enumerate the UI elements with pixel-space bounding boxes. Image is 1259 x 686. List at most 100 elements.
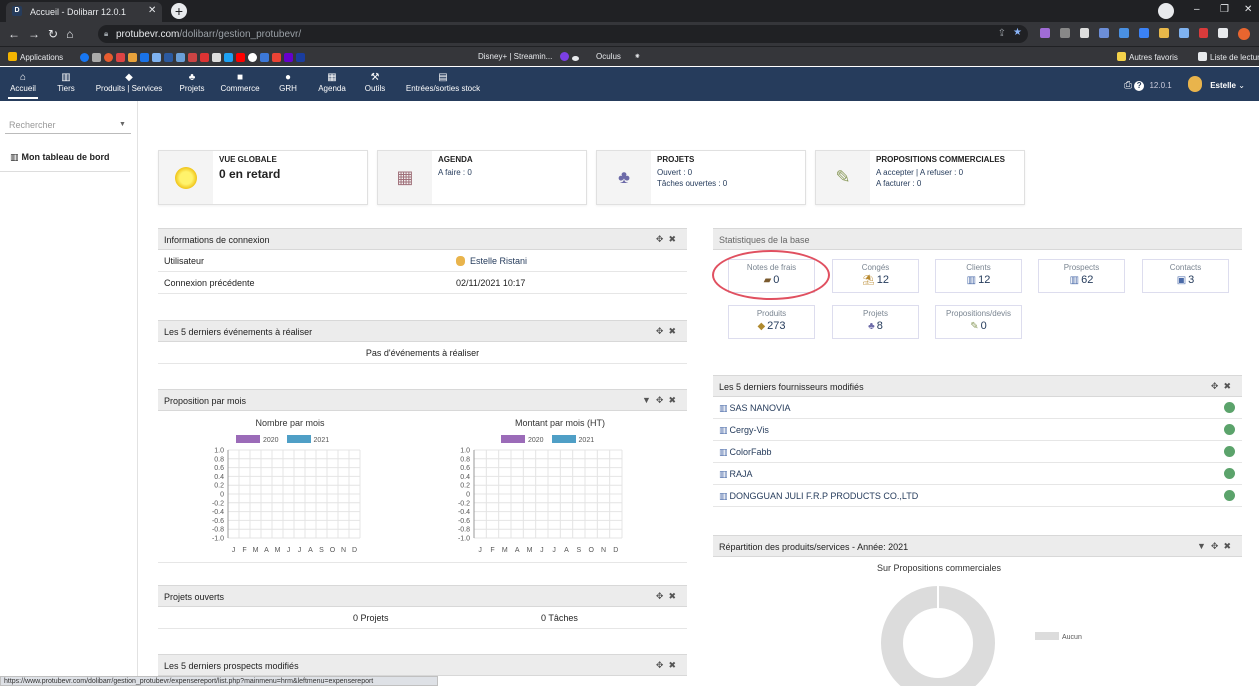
puzzle-icon[interactable] (1218, 28, 1229, 38)
nav-entrees-sorties-stock[interactable]: ▤ Entrées/sorties stock (401, 71, 485, 93)
move-icon[interactable]: ✥ (656, 591, 669, 601)
close-icon[interactable]: ✖ (668, 591, 681, 601)
bookmark-reading-list[interactable]: Liste de lecture (1198, 52, 1259, 62)
close-icon[interactable]: ✖ (668, 234, 681, 244)
close-icon[interactable]: ✖ (1223, 541, 1236, 551)
bookmark-apps[interactable]: Applications (8, 52, 63, 62)
close-icon[interactable]: ✖ (668, 660, 681, 670)
extension-icon[interactable] (1178, 28, 1189, 38)
minimize-icon[interactable]: – (1194, 4, 1200, 15)
home-icon[interactable]: ⌂ (66, 27, 81, 41)
move-icon[interactable]: ✥ (656, 326, 669, 336)
sitemap-icon: ♣ (597, 151, 651, 204)
stat-contacts[interactable]: Contacts ▣ 3 (1142, 259, 1229, 293)
list-item[interactable]: ▥ RAJA (713, 463, 1242, 485)
extension-icon[interactable] (1079, 28, 1090, 38)
user-link[interactable]: Estelle Ristani (470, 256, 527, 266)
projets-open-link[interactable]: Ouvert : 0 (657, 167, 727, 178)
reload-icon[interactable]: ↻ (48, 27, 66, 41)
bookmark-icons-2[interactable] (560, 52, 582, 62)
move-icon[interactable]: ✥ (656, 234, 669, 244)
nav-grh[interactable]: ● GRH (277, 71, 299, 93)
dropdown-arrow-icon[interactable]: ▼ (119, 121, 126, 128)
panel-header: Les 5 derniers événements à réaliser ✥✖ (158, 320, 687, 342)
browser-tab[interactable]: Accueil - Dolibarr 12.0.1 (6, 2, 162, 22)
maximize-icon[interactable]: ❐ (1220, 4, 1229, 15)
stat-clients[interactable]: Clients ▥ 12 (935, 259, 1022, 293)
agenda-todo-link[interactable]: A faire : 0 (438, 167, 473, 178)
status-dot-icon (1224, 424, 1235, 435)
propal-invoice-link[interactable]: A facturer : 0 (876, 178, 1005, 189)
bookmark-star-icon[interactable]: ★ (1013, 27, 1022, 38)
extension-icon[interactable] (1099, 28, 1110, 38)
list-item[interactable]: ▥ Cergy-Vis (713, 419, 1242, 441)
new-tab-button[interactable]: + (171, 3, 187, 19)
bookmark-icons[interactable] (80, 53, 308, 63)
chevron-down-icon[interactable]: ⌄ (1238, 81, 1245, 90)
panel-header: Projets ouverts ✥✖ (158, 585, 687, 607)
bookmark-other-favorites[interactable]: Autres favoris (1117, 52, 1178, 62)
nav-outils[interactable]: ⚒ Outils (363, 71, 387, 93)
move-icon[interactable]: ✥ (1211, 381, 1224, 391)
box-vue-globale[interactable]: VUE GLOBALE 0 en retard (158, 150, 368, 205)
nav-agenda[interactable]: ▦ Agenda (315, 71, 349, 93)
help-icon[interactable]: ? (1134, 81, 1145, 91)
nav-produits-services[interactable]: ◆ Produits | Services (92, 71, 166, 93)
print-icon[interactable]: ⎙ (1124, 80, 1132, 91)
close-window-icon[interactable]: ✕ (1244, 4, 1252, 15)
user-name[interactable]: Estelle (1210, 81, 1236, 90)
avatar[interactable] (1238, 28, 1251, 40)
extension-icon[interactable] (1198, 28, 1209, 38)
move-icon[interactable]: ✥ (656, 660, 669, 670)
user-area: ⎙ ? 12.0.1 Estelle ⌄ (1124, 76, 1245, 92)
stat-projets[interactable]: Projets ♣ 8 (832, 305, 919, 339)
nav-commerce[interactable]: ■ Commerce (218, 71, 262, 93)
bookmark-unnamed[interactable]: ⁕ (634, 52, 641, 61)
x-tick-label: J (287, 547, 291, 554)
extension-icon[interactable] (1158, 28, 1169, 38)
box-agenda[interactable]: ▦ AGENDA A faire : 0 (377, 150, 587, 205)
move-icon[interactable]: ✥ (1211, 541, 1224, 551)
table-row: 0 Projets 0 Tâches (158, 607, 687, 629)
extension-icon[interactable] (1040, 28, 1050, 38)
panel-header: Statistiques de la base (713, 228, 1242, 250)
box-propositions[interactable]: ✎ PROPOSITIONS COMMERCIALES A accepter | … (815, 150, 1025, 205)
stat-produits[interactable]: Produits ◆ 273 (728, 305, 815, 339)
close-icon[interactable]: ✖ (668, 326, 681, 336)
stat-propositions-devis[interactable]: Propositions/devis ✎ 0 (935, 305, 1022, 339)
box-title: PROJETS (657, 155, 695, 164)
back-icon[interactable]: ← (8, 27, 28, 41)
propal-accept-link[interactable]: A accepter | A refuser : 0 (876, 167, 1005, 178)
tab-title: Accueil - Dolibarr 12.0.1 (30, 7, 127, 17)
close-icon[interactable]: ✖ (1223, 381, 1236, 391)
close-icon[interactable]: ✖ (668, 395, 681, 405)
nav-accueil[interactable]: ⌂ Accueil (8, 71, 38, 99)
extension-icon[interactable] (1119, 28, 1130, 38)
list-item[interactable]: ▥ SAS NANOVIA (713, 397, 1242, 419)
taches-open-link[interactable]: Tâches ouvertes : 0 (657, 178, 727, 189)
close-tab-icon[interactable]: ✕ (148, 5, 156, 16)
box-projets[interactable]: ♣ PROJETS Ouvert : 0 Tâches ouvertes : 0 (596, 150, 806, 205)
nav-tiers[interactable]: ▥ Tiers (54, 71, 78, 93)
stat-conges[interactable]: Congés ⛱ 12 (832, 259, 919, 293)
list-item[interactable]: ▥ DONGGUAN JULI F.R.P PRODUCTS CO.,LTD (713, 485, 1242, 507)
url-input[interactable]: 🔒︎ protubevr.com/dolibarr/gestion_protub… (98, 25, 1028, 43)
stat-prospects[interactable]: Prospects ▥ 62 (1038, 259, 1125, 293)
extension-icon[interactable] (1139, 28, 1149, 38)
profile-icon[interactable] (1158, 3, 1174, 19)
filter-icon[interactable]: ▼ (642, 395, 656, 405)
filter-icon[interactable]: ▼ (1197, 541, 1211, 551)
move-icon[interactable]: ✥ (656, 395, 669, 405)
nav-projets[interactable]: ♣ Projets (177, 71, 207, 93)
menu-mon-tableau-de-bord[interactable]: ▥ Mon tableau de bord (0, 148, 130, 172)
share-icon[interactable]: ⇪ (998, 28, 1006, 39)
legend-swatch (1035, 632, 1059, 640)
search-select[interactable]: Rechercher (5, 116, 131, 134)
forward-icon[interactable]: → (28, 27, 48, 41)
bookmark-oculus[interactable]: Oculus (596, 52, 621, 61)
extension-icon[interactable] (1059, 28, 1070, 38)
list-item[interactable]: ▥ ColorFabb (713, 441, 1242, 463)
avatar[interactable] (1187, 76, 1202, 92)
bookmark-disney[interactable]: Disney+ | Streamin... (478, 52, 552, 61)
y-tick-label: 0.2 (460, 483, 470, 490)
